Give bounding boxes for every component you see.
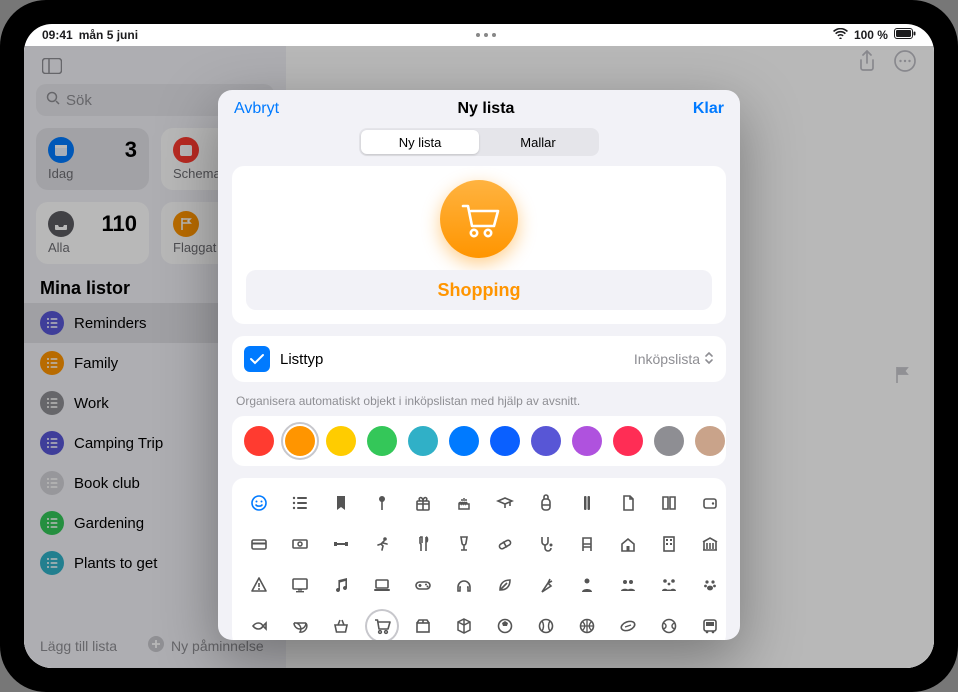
fork-knife-icon[interactable] <box>408 529 438 559</box>
color-swatch[interactable] <box>531 426 561 456</box>
list-hero-icon <box>440 180 518 258</box>
color-swatch[interactable] <box>613 426 643 456</box>
basketball-icon[interactable] <box>572 611 602 640</box>
fishbowl-icon[interactable] <box>285 611 315 640</box>
wifi-icon <box>833 28 848 42</box>
book-icon[interactable] <box>654 488 684 518</box>
smile-icon[interactable] <box>244 488 274 518</box>
museum-icon[interactable] <box>695 529 725 559</box>
credit-card-icon[interactable] <box>244 529 274 559</box>
color-swatch[interactable] <box>326 426 356 456</box>
new-list-modal: Avbryt Ny lista Klar Ny lista Mallar Sho… <box>218 90 740 640</box>
carrot-icon[interactable] <box>531 570 561 600</box>
fish-icon[interactable] <box>244 611 274 640</box>
ruler-icon[interactable] <box>572 488 602 518</box>
color-swatch[interactable] <box>695 426 725 456</box>
color-swatch[interactable] <box>490 426 520 456</box>
modal-title: Ny lista <box>458 100 515 118</box>
tennis-icon[interactable] <box>654 611 684 640</box>
list-type-value: Inköpslista <box>634 351 700 367</box>
dumbbell-icon[interactable] <box>326 529 356 559</box>
ipad-frame: 09:41 mån 5 juni 100 % <box>0 0 958 692</box>
list-type-icon <box>244 346 270 372</box>
football-icon[interactable] <box>613 611 643 640</box>
shopping-cart-icon[interactable] <box>367 611 397 640</box>
paw-icon[interactable] <box>695 570 725 600</box>
baseball-icon[interactable] <box>531 611 561 640</box>
box-icon[interactable] <box>408 611 438 640</box>
color-picker <box>232 416 726 466</box>
house-icon[interactable] <box>613 529 643 559</box>
screen: 09:41 mån 5 juni 100 % <box>24 24 934 668</box>
color-swatch[interactable] <box>285 426 315 456</box>
color-swatch[interactable] <box>654 426 684 456</box>
segment-templates[interactable]: Mallar <box>479 130 597 154</box>
banknote-icon[interactable] <box>285 529 315 559</box>
monitor-icon[interactable] <box>285 570 315 600</box>
person-icon[interactable] <box>572 570 602 600</box>
updown-icon <box>704 351 714 368</box>
backpack-icon[interactable] <box>531 488 561 518</box>
stethoscope-icon[interactable] <box>531 529 561 559</box>
headphones-icon[interactable] <box>449 570 479 600</box>
laptop-icon[interactable] <box>367 570 397 600</box>
gamepad-icon[interactable] <box>408 570 438 600</box>
warning-icon[interactable] <box>244 570 274 600</box>
cube-icon[interactable] <box>449 611 479 640</box>
list-hero-card: Shopping <box>232 166 726 324</box>
bookmark-icon[interactable] <box>326 488 356 518</box>
building-icon[interactable] <box>654 529 684 559</box>
multitask-dots[interactable] <box>476 33 496 37</box>
grad-cap-icon[interactable] <box>490 488 520 518</box>
list-name-input[interactable]: Shopping <box>246 270 712 310</box>
status-bar: 09:41 mån 5 juni 100 % <box>24 24 934 46</box>
cake-icon[interactable] <box>449 488 479 518</box>
status-time: 09:41 <box>42 28 73 42</box>
music-icon[interactable] <box>326 570 356 600</box>
chair-icon[interactable] <box>572 529 602 559</box>
running-icon[interactable] <box>367 529 397 559</box>
pill-icon[interactable] <box>490 529 520 559</box>
done-button[interactable]: Klar <box>693 100 724 118</box>
people-icon[interactable] <box>613 570 643 600</box>
doc-icon[interactable] <box>613 488 643 518</box>
cancel-button[interactable]: Avbryt <box>234 100 279 118</box>
wallet-icon[interactable] <box>695 488 725 518</box>
basket-icon[interactable] <box>326 611 356 640</box>
list-type-label: Listtyp <box>280 351 624 368</box>
list-icon[interactable] <box>285 488 315 518</box>
battery-full-icon <box>894 28 916 42</box>
family-icon[interactable] <box>654 570 684 600</box>
wine-icon[interactable] <box>449 529 479 559</box>
segment-new-list[interactable]: Ny lista <box>361 130 479 154</box>
leaf-icon[interactable] <box>490 570 520 600</box>
segmented-control[interactable]: Ny lista Mallar <box>359 128 599 156</box>
icon-picker <box>232 478 726 640</box>
color-swatch[interactable] <box>244 426 274 456</box>
modal-body: Shopping Listtyp Inköpslista <box>218 166 740 640</box>
battery-percent: 100 % <box>854 28 888 42</box>
gift-icon[interactable] <box>408 488 438 518</box>
soccer-icon[interactable] <box>490 611 520 640</box>
color-swatch[interactable] <box>572 426 602 456</box>
bus-icon[interactable] <box>695 611 725 640</box>
color-swatch[interactable] <box>367 426 397 456</box>
color-swatch[interactable] <box>408 426 438 456</box>
color-swatch[interactable] <box>449 426 479 456</box>
list-type-row[interactable]: Listtyp Inköpslista <box>232 336 726 382</box>
list-name-value: Shopping <box>438 280 521 301</box>
app-main: Sök 3 Idag <box>24 46 934 668</box>
pin-icon[interactable] <box>367 488 397 518</box>
status-date: mån 5 juni <box>79 28 138 42</box>
list-type-hint: Organisera automatiskt objekt i inköpsli… <box>232 394 726 416</box>
